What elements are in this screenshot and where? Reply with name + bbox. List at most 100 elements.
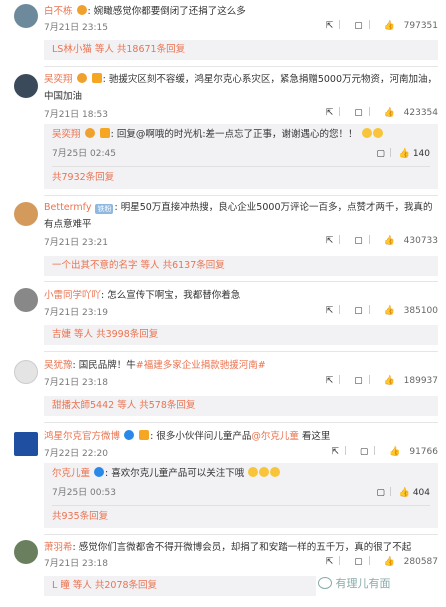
like-count: 423354 bbox=[403, 108, 438, 118]
reply-count[interactable]: 等人 共6137条回复 bbox=[141, 260, 225, 271]
vip-icon bbox=[76, 5, 87, 15]
reply-text: 喜欢尔克儿童产品可以关注下哦 bbox=[111, 468, 245, 479]
like-icon[interactable]: 👍 bbox=[399, 488, 410, 498]
comment-text: 很多小伙伴问儿童产品 bbox=[156, 431, 252, 442]
watermark-text: 有理儿有面 bbox=[335, 577, 391, 590]
share-icon[interactable]: ⇱ bbox=[326, 236, 334, 246]
comment-text: 驰援灾区刻不容缓，鸿星尔克心系灾区，紧急捐赠5000万元物资，河南加油，中国加油 bbox=[44, 74, 437, 102]
share-icon[interactable]: ⇱ bbox=[326, 21, 334, 31]
like-icon[interactable]: 👍 bbox=[384, 306, 395, 316]
username[interactable]: 小雷同学吖吖 bbox=[44, 290, 101, 301]
comment-icon[interactable]: ▢ bbox=[354, 306, 363, 316]
share-icon[interactable]: ⇱ bbox=[331, 447, 339, 457]
comment-text: 婉瞰感觉你都要倒闭了还捐了这么多 bbox=[93, 6, 246, 17]
comment-icon[interactable]: ▢ bbox=[354, 21, 363, 31]
comment-icon[interactable]: ▢ bbox=[354, 557, 363, 567]
member-icon bbox=[91, 73, 102, 83]
comment-text: 怎么宣传下啊宝，我都替你着急 bbox=[107, 290, 241, 301]
vip-icon bbox=[76, 73, 87, 83]
reply-summary[interactable]: 吉婕 等人 共3998条回复 bbox=[44, 325, 438, 345]
avatar[interactable] bbox=[14, 74, 38, 98]
like-icon[interactable]: 👍 bbox=[384, 108, 395, 118]
reply-text: 回复@啊哦的时光机:差一点忘了正事，谢谢遇心的您！！ bbox=[116, 129, 358, 140]
avatar[interactable] bbox=[14, 288, 38, 312]
comment-text: 感觉你们言微都舍不得开微博会员，却捐了和安踏一样的五千万，真的很了不起 bbox=[78, 542, 412, 553]
member-icon bbox=[99, 128, 110, 138]
comment-text: 国民品牌！牛 bbox=[78, 360, 136, 371]
like-icon[interactable]: 👍 bbox=[384, 21, 395, 31]
like-icon[interactable]: 👍 bbox=[384, 557, 395, 567]
username[interactable]: 白不栋 bbox=[44, 6, 73, 17]
timestamp: 7月21日 18:53 bbox=[44, 110, 108, 120]
reply-user[interactable]: 尔克儿童 bbox=[52, 468, 90, 479]
reply-user[interactable]: L 瞳 bbox=[52, 580, 70, 591]
reply-like-count: 140 bbox=[412, 149, 430, 159]
reply-count-link[interactable]: 共935条回复 bbox=[52, 511, 108, 522]
avatar[interactable] bbox=[14, 360, 38, 384]
reply-summary[interactable]: L 瞳 等人 共2078条回复 bbox=[44, 576, 316, 596]
reply-count-link[interactable]: 共7932条回复 bbox=[52, 172, 114, 183]
reply-box: 尔克儿童 : 喜欢尔克儿童产品可以关注下哦 7月25日 00:53 ▢ 👍 40… bbox=[44, 463, 438, 528]
timestamp: 7月21日 23:18 bbox=[44, 559, 108, 569]
comment-icon[interactable]: ▢ bbox=[360, 447, 369, 457]
username[interactable]: Bettermfy bbox=[44, 202, 91, 213]
like-icon[interactable]: 👍 bbox=[399, 149, 410, 159]
reply-user[interactable]: 一个出其不意的名字 bbox=[52, 260, 138, 271]
reply-summary[interactable]: LS林小猫 等人 共18671条回复 bbox=[44, 40, 438, 60]
share-icon[interactable]: ⇱ bbox=[326, 557, 334, 567]
like-icon[interactable]: 👍 bbox=[389, 447, 400, 457]
share-icon[interactable]: ⇱ bbox=[326, 306, 334, 316]
reply-user[interactable]: 甜播太師5442 bbox=[52, 400, 114, 411]
watermark: 有理儿有面 bbox=[318, 575, 436, 597]
timestamp: 7月21日 23:21 bbox=[44, 238, 108, 248]
reply-summary[interactable]: 一个出其不意的名字 等人 共6137条回复 bbox=[44, 256, 438, 276]
smile-emoji-icon bbox=[248, 467, 259, 477]
comment-text-end: 看这里 bbox=[298, 431, 331, 442]
reply-user[interactable]: 吴奕翔 bbox=[52, 129, 81, 140]
verified-icon bbox=[124, 430, 135, 440]
reply-user[interactable]: LS林小猫 bbox=[52, 44, 92, 55]
reply-timestamp: 7月25日 02:45 bbox=[52, 149, 116, 159]
mention-link[interactable]: @尔克儿童 bbox=[251, 431, 299, 442]
comment-icon[interactable]: ▢ bbox=[354, 236, 363, 246]
like-count: 385100 bbox=[403, 306, 438, 316]
reply-count[interactable]: 等人 共18671条回复 bbox=[95, 44, 185, 55]
comment-icon[interactable]: ▢ bbox=[376, 149, 385, 159]
username[interactable]: 吴犹豫 bbox=[44, 360, 73, 371]
smile-emoji-icon bbox=[259, 467, 270, 477]
reply-count[interactable]: 等人 共578条回复 bbox=[117, 400, 195, 411]
reply-like-count: 404 bbox=[412, 488, 430, 498]
username[interactable]: 吴奕翔 bbox=[44, 74, 73, 85]
smile-emoji-icon bbox=[270, 467, 281, 477]
like-count: 797351 bbox=[403, 21, 438, 31]
smile-emoji-icon bbox=[372, 128, 383, 138]
like-icon[interactable]: 👍 bbox=[384, 376, 395, 386]
like-count: 91766 bbox=[409, 447, 438, 457]
vip-icon bbox=[84, 128, 95, 138]
reply-summary[interactable]: 甜播太師5442 等人 共578条回复 bbox=[44, 396, 438, 416]
reply-count[interactable]: 等人 共2078条回复 bbox=[73, 580, 157, 591]
avatar[interactable] bbox=[14, 202, 38, 226]
timestamp: 7月21日 23:19 bbox=[44, 308, 108, 318]
reply-count[interactable]: 等人 共3998条回复 bbox=[74, 329, 158, 340]
username[interactable]: 鸿星尔克官方微博 bbox=[44, 431, 120, 442]
like-count: 430733 bbox=[403, 236, 438, 246]
username[interactable]: 萧羽希 bbox=[44, 542, 73, 553]
share-icon[interactable]: ⇱ bbox=[326, 108, 334, 118]
hashtag-link[interactable]: #福建多家企业捐款驰援河南# bbox=[136, 360, 266, 371]
avatar[interactable] bbox=[14, 432, 38, 456]
avatar[interactable] bbox=[14, 540, 38, 564]
comment-icon[interactable]: ▢ bbox=[376, 488, 385, 498]
timestamp: 7月22日 22:20 bbox=[44, 449, 108, 459]
like-count: 280587 bbox=[403, 557, 438, 567]
share-icon[interactable]: ⇱ bbox=[326, 376, 334, 386]
timestamp: 7月21日 23:15 bbox=[44, 23, 108, 33]
avatar[interactable] bbox=[14, 4, 38, 28]
like-icon[interactable]: 👍 bbox=[384, 236, 395, 246]
comment-icon[interactable]: ▢ bbox=[354, 108, 363, 118]
verified-icon bbox=[94, 467, 105, 477]
fan-badge: 铁粉 bbox=[95, 204, 114, 214]
timestamp: 7月21日 23:18 bbox=[44, 378, 108, 388]
reply-user[interactable]: 吉婕 bbox=[52, 329, 71, 340]
comment-icon[interactable]: ▢ bbox=[354, 376, 363, 386]
